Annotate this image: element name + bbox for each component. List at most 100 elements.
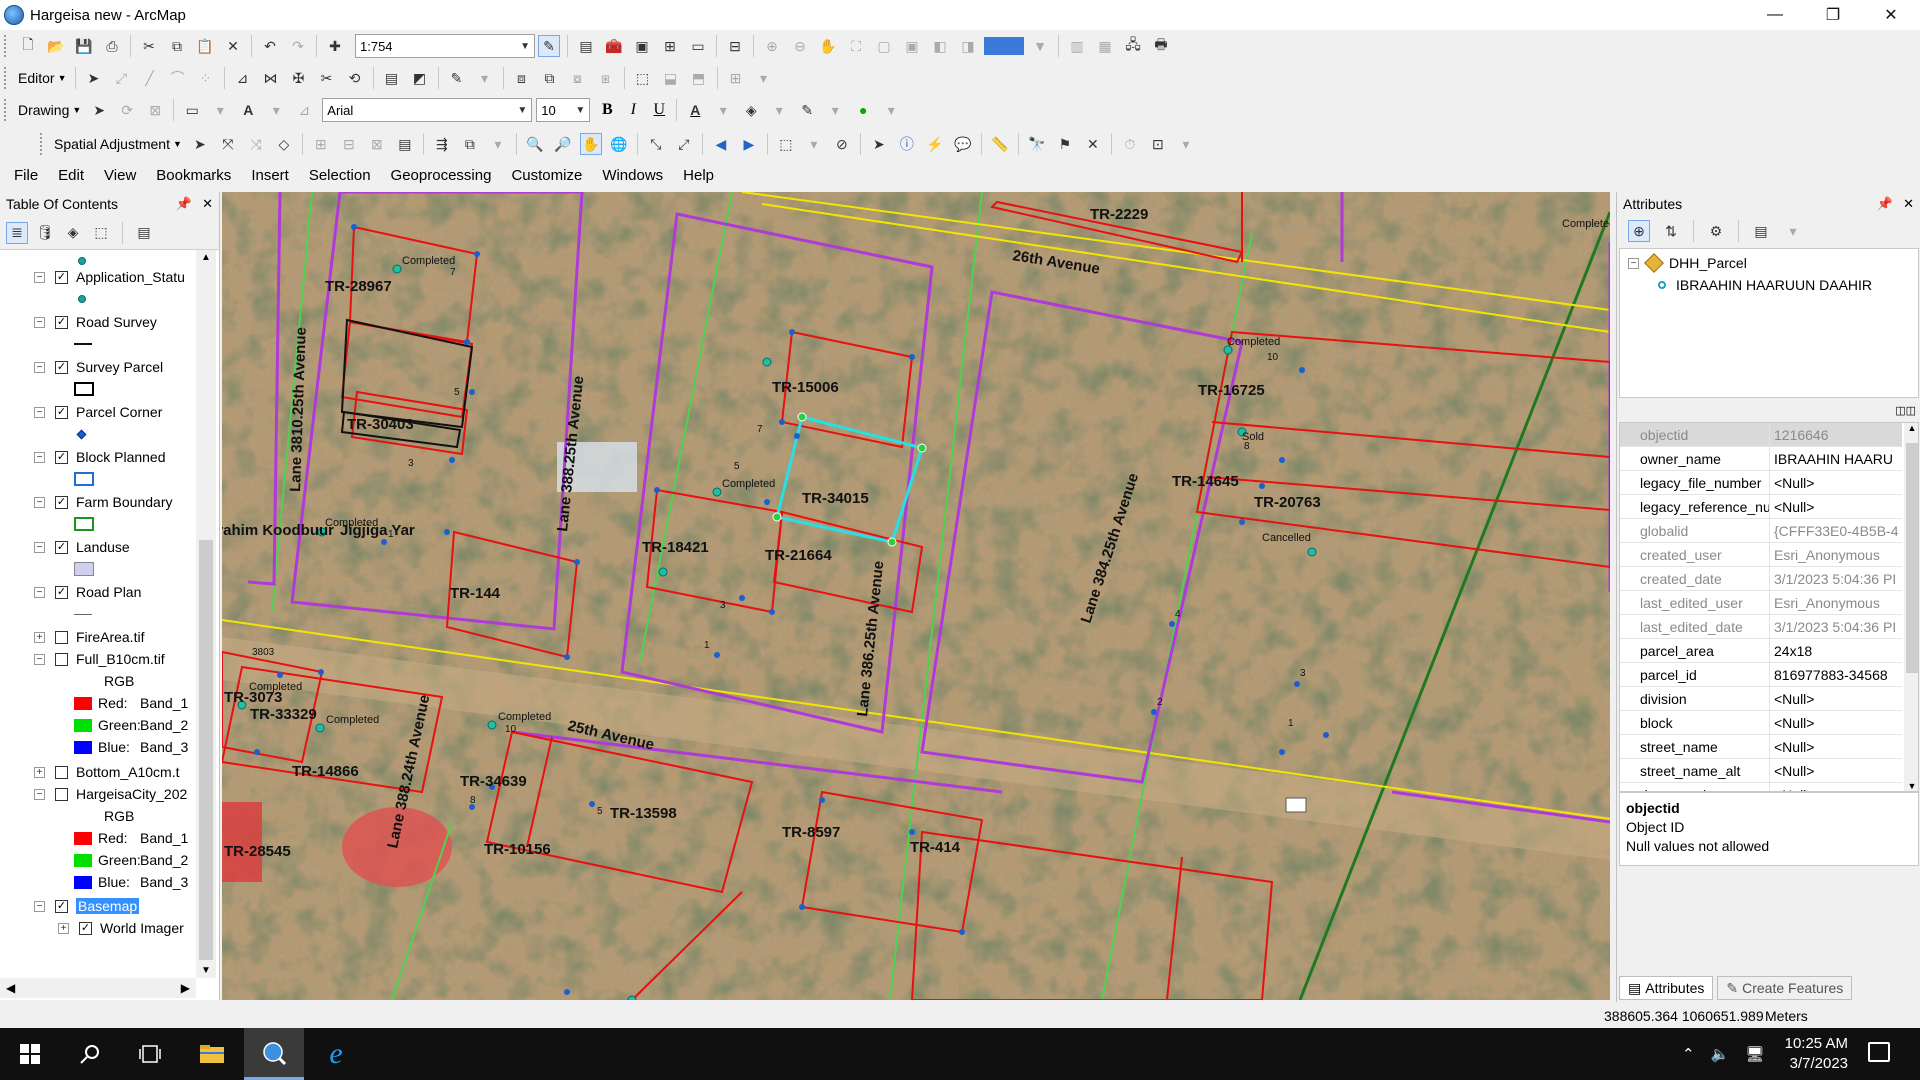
save-icon[interactable]: 💾 <box>73 35 95 57</box>
toc-vertical-scrollbar[interactable]: ▲ ▼ <box>196 250 216 978</box>
attribute-field-value[interactable]: <Null> <box>1770 783 1902 792</box>
layer-checkbox[interactable] <box>55 787 68 801</box>
toolbar-grip[interactable] <box>4 35 10 57</box>
error-inspector-icon[interactable]: ⬒ <box>688 67 710 89</box>
select-elements-icon[interactable]: ➤ <box>88 99 110 121</box>
go-forward-icon[interactable]: ▶ <box>738 133 760 155</box>
redo-icon[interactable]: ↷ <box>287 35 309 57</box>
python-icon[interactable]: ▣ <box>631 35 653 57</box>
chevron-down-icon[interactable]: ▾ <box>712 99 734 121</box>
italic-button[interactable]: I <box>622 99 644 121</box>
layer-world-imagery[interactable]: + ✓ World Imager <box>58 917 184 939</box>
attributes-icon[interactable]: ▤ <box>381 67 403 89</box>
focus-frame-icon[interactable]: ▦ <box>1094 35 1116 57</box>
create-features-icon[interactable]: ✎ <box>446 67 468 89</box>
sketch-properties-icon[interactable]: ◩ <box>409 67 431 89</box>
attribute-row[interactable]: last_edited_user Esri_Anonymous <box>1620 591 1902 615</box>
layer-checkbox[interactable]: ✓ <box>55 540 68 554</box>
menu-bookmarks[interactable]: Bookmarks <box>146 167 241 184</box>
chevron-down-icon[interactable]: ▾ <box>768 99 790 121</box>
zoom-in-fixed-icon[interactable]: ⊕ <box>761 35 783 57</box>
edit-vertices-icon[interactable]: ⊿ <box>232 67 254 89</box>
attribute-row[interactable]: created_date 3/1/2023 5:04:36 PI <box>1620 567 1902 591</box>
attribute-field-value[interactable]: 24x18 <box>1770 639 1902 662</box>
layer-checkbox[interactable]: ✓ <box>55 450 68 464</box>
measure-icon[interactable]: 📏 <box>989 133 1011 155</box>
attribute-field-value[interactable]: <Null> <box>1770 735 1902 758</box>
chevron-down-icon[interactable]: ▾ <box>753 67 775 89</box>
scroll-thumb[interactable] <box>199 540 213 960</box>
pin-icon[interactable]: 📌 <box>176 196 192 212</box>
layer-basemap[interactable]: − ✓ Basemap <box>34 895 140 917</box>
underline-button[interactable]: U <box>648 99 670 121</box>
font-color-icon[interactable]: A <box>684 99 706 121</box>
trace-icon[interactable]: ⁘ <box>195 67 217 89</box>
map-topology-icon[interactable]: ⧉ <box>539 67 561 89</box>
spatial-adjustment-menu[interactable]: Spatial Adjustment ▼ <box>50 136 186 152</box>
layer-checkbox[interactable]: ✓ <box>55 270 68 284</box>
collapse-icon[interactable]: − <box>34 900 45 912</box>
layer-road-survey[interactable]: − ✓ Road Survey <box>34 311 157 333</box>
attribute-row[interactable]: door_number<Null> <box>1620 783 1902 792</box>
attribute-field-value[interactable]: Esri_Anonymous <box>1770 591 1902 614</box>
volume-icon[interactable]: 🔈 <box>1711 1045 1730 1063</box>
clear-selection-icon[interactable]: ⊘ <box>831 133 853 155</box>
new-limited-area-icon[interactable]: ⊟ <box>338 133 360 155</box>
zoom-out-fixed-icon[interactable]: ⊖ <box>789 35 811 57</box>
toc-horizontal-scrollbar[interactable]: ◀ ▶ <box>0 978 196 998</box>
topology-toolbar-icon[interactable]: ⊞ <box>725 67 747 89</box>
full-extent-layout-icon[interactable]: ⛶ <box>845 35 867 57</box>
scroll-down-icon[interactable]: ▼ <box>1904 781 1918 791</box>
editor-menu[interactable]: Editor ▼ <box>14 70 71 86</box>
open-icon[interactable]: 📂 <box>45 35 67 57</box>
print-icon[interactable]: ⎙ <box>101 35 123 57</box>
close-icon[interactable]: ✕ <box>1903 196 1914 212</box>
list-by-drawing-order-icon[interactable]: ≣ <box>6 221 28 244</box>
show-features-icon[interactable]: ⊕ <box>1628 220 1650 242</box>
splitter-buttons-icon[interactable]: ◫◫ <box>1895 404 1916 417</box>
chevron-down-icon[interactable]: ▾ <box>803 133 825 155</box>
change-layout-icon[interactable]: 🖧 <box>1122 35 1144 57</box>
font-size-combo[interactable]: 10 ▼ <box>536 98 591 122</box>
chevron-down-icon[interactable]: ▾ <box>487 133 509 155</box>
layer-block-planned[interactable]: − ✓ Block Planned <box>34 446 166 468</box>
arcmap-taskbar-button[interactable] <box>244 1028 304 1080</box>
collapse-icon[interactable]: − <box>34 451 45 463</box>
fill-color-icon[interactable]: ◈ <box>740 99 762 121</box>
menu-view[interactable]: View <box>94 167 146 184</box>
collapse-icon[interactable]: − <box>34 271 45 283</box>
layer-checkbox[interactable] <box>55 630 68 644</box>
layer-application-status[interactable]: − ✓ Application_Statu <box>34 266 185 288</box>
topology-edit-icon[interactable]: ⧇ <box>567 67 589 89</box>
menu-customize[interactable]: Customize <box>501 167 592 184</box>
attribute-field-value[interactable]: 3/1/2023 5:04:36 PI <box>1770 615 1902 638</box>
attribute-field-value[interactable]: IBRAAHIN HAARU <box>1770 447 1902 470</box>
collapse-icon[interactable]: − <box>34 788 45 800</box>
layout-icon[interactable]: ⊟ <box>724 35 746 57</box>
list-by-source-icon[interactable]: 🛢 <box>34 222 56 244</box>
chevron-down-icon[interactable]: ▾ <box>265 99 287 121</box>
attribute-row[interactable]: parcel_area 24x18 <box>1620 639 1902 663</box>
pan-layout-icon[interactable]: ✋ <box>817 35 839 57</box>
layer-checkbox[interactable] <box>55 652 68 666</box>
rotate-icon[interactable]: ⟲ <box>344 67 366 89</box>
filter-icon[interactable]: ⚙ <box>1705 220 1727 242</box>
end-point-arc-icon[interactable]: ⌒ <box>167 67 189 89</box>
topology-icon[interactable]: ⧈ <box>511 67 533 89</box>
start-button[interactable] <box>0 1028 60 1080</box>
layer-checkbox[interactable]: ✓ <box>79 921 92 935</box>
new-identity-link-icon[interactable]: ⊞ <box>310 133 332 155</box>
attribute-field-value[interactable]: 1216646 <box>1770 423 1902 446</box>
zoom-out-icon[interactable]: 🔎 <box>552 133 574 155</box>
marker-color-icon[interactable]: ● <box>852 99 874 121</box>
clear-area-icon[interactable]: ⊠ <box>366 133 388 155</box>
paste-icon[interactable]: 📋 <box>194 35 216 57</box>
attribute-field-value[interactable]: <Null> <box>1770 687 1902 710</box>
attribute-field-value[interactable]: <Null> <box>1770 471 1902 494</box>
zoom-selected-elements-icon[interactable]: ⊠ <box>144 99 166 121</box>
model-builder-icon[interactable]: ⊞ <box>659 35 681 57</box>
minimize-button[interactable]: — <box>1746 0 1804 30</box>
collapse-icon[interactable]: − <box>34 586 45 598</box>
attribute-row[interactable]: created_user Esri_Anonymous <box>1620 543 1902 567</box>
attribute-transfer-icon[interactable]: ⧉ <box>459 133 481 155</box>
